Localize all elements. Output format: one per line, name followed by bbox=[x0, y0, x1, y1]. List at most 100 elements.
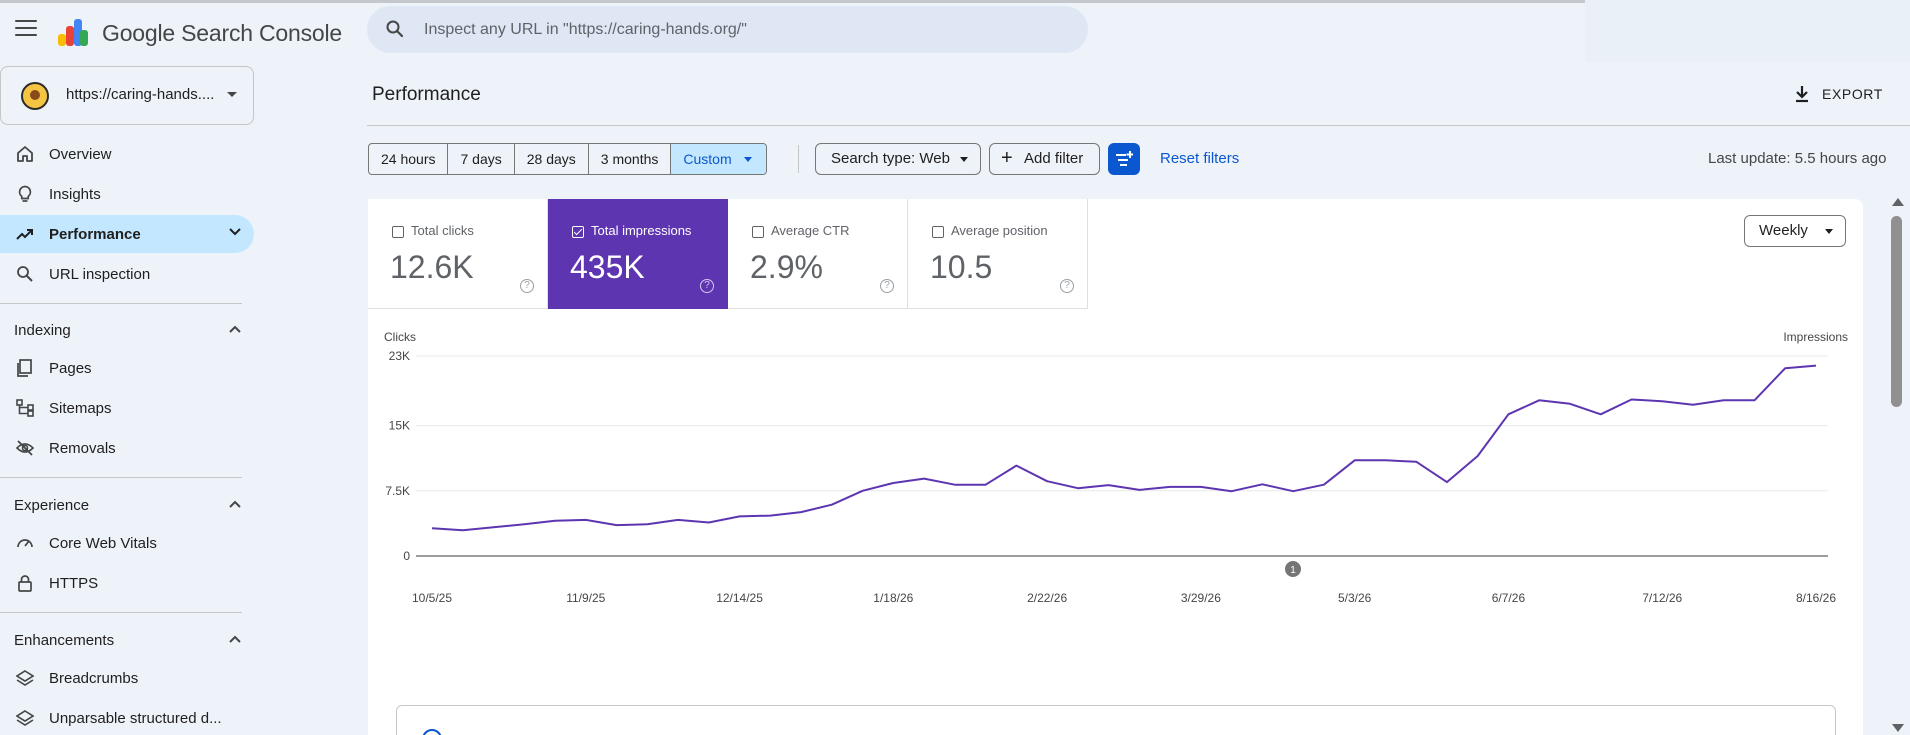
help-icon[interactable]: ? bbox=[880, 279, 894, 293]
checkbox-checked[interactable] bbox=[572, 226, 584, 238]
sidebar-item-label: Sitemaps bbox=[49, 400, 112, 417]
url-inspect-search[interactable]: Inspect any URL in "https://caring-hands… bbox=[367, 6, 1088, 53]
y-tick-label: 15K bbox=[389, 419, 410, 433]
checkbox[interactable] bbox=[392, 226, 404, 238]
layers-icon bbox=[16, 670, 34, 686]
property-selector[interactable]: https://caring-hands.... bbox=[0, 66, 254, 125]
section-title: Enhancements bbox=[14, 632, 115, 649]
export-button[interactable]: EXPORT bbox=[1790, 82, 1890, 110]
right-axis-title: Impressions bbox=[1783, 330, 1848, 344]
search-placeholder: Inspect any URL in "https://caring-hands… bbox=[424, 21, 747, 38]
sidebar-item-label: Performance bbox=[49, 226, 141, 243]
section-experience[interactable]: Experience bbox=[0, 490, 254, 520]
sidebar-item-https[interactable]: HTTPS bbox=[0, 564, 254, 602]
metric-value: 12.6K bbox=[390, 249, 474, 285]
chevron-down-icon bbox=[229, 228, 241, 236]
section-indexing[interactable]: Indexing bbox=[0, 315, 254, 345]
range-24-hours[interactable]: 24 hours bbox=[369, 144, 449, 174]
scroll-down-arrow[interactable] bbox=[1892, 724, 1904, 732]
sitemap-icon bbox=[16, 399, 34, 417]
sidebar-item-pages[interactable]: Pages bbox=[0, 349, 254, 387]
sidebar: https://caring-hands.... Overview Insigh… bbox=[0, 62, 260, 735]
sidebar-item-url-inspection[interactable]: URL inspection bbox=[0, 255, 254, 293]
interval-dropdown[interactable]: Weekly bbox=[1744, 215, 1846, 247]
sidebar-item-core-web-vitals[interactable]: Core Web Vitals bbox=[0, 524, 254, 562]
lightbulb-icon bbox=[18, 185, 32, 202]
x-tick-label: 5/3/26 bbox=[1338, 591, 1372, 605]
x-tick-label: 11/9/25 bbox=[566, 591, 605, 605]
metric-average-position[interactable]: Average position 10.5 ? bbox=[908, 199, 1088, 309]
sidebar-divider bbox=[0, 612, 242, 613]
x-tick-label: 2/22/26 bbox=[1027, 591, 1067, 605]
section-enhancements[interactable]: Enhancements bbox=[0, 625, 254, 655]
sidebar-item-label: Removals bbox=[49, 440, 116, 457]
search-icon bbox=[386, 20, 404, 38]
filter-separator bbox=[798, 145, 799, 173]
add-filter-button[interactable]: + Add filter bbox=[989, 143, 1100, 175]
menu-icon[interactable] bbox=[15, 20, 37, 38]
metric-total-clicks[interactable]: Total clicks 12.6K ? bbox=[368, 199, 548, 309]
help-icon[interactable]: ? bbox=[700, 279, 714, 293]
sidebar-divider bbox=[0, 303, 242, 304]
sidebar-item-label: Pages bbox=[49, 360, 92, 377]
gauge-icon bbox=[17, 539, 33, 548]
x-tick-label: 6/7/26 bbox=[1492, 591, 1526, 605]
range-7-days[interactable]: 7 days bbox=[448, 144, 515, 174]
scrollbar-thumb[interactable] bbox=[1891, 216, 1902, 407]
top-bar: Google Search Console Inspect any URL in… bbox=[0, 0, 1910, 62]
sidebar-divider bbox=[0, 477, 242, 478]
header-divider bbox=[367, 125, 1910, 126]
sidebar-item-overview[interactable]: Overview bbox=[0, 135, 254, 173]
range-28-days[interactable]: 28 days bbox=[515, 144, 589, 174]
checkbox[interactable] bbox=[932, 226, 944, 238]
sidebar-item-insights[interactable]: Insights bbox=[0, 175, 254, 213]
home-icon bbox=[17, 146, 33, 162]
metric-name: Average CTR bbox=[771, 223, 850, 238]
section-title: Experience bbox=[14, 497, 90, 514]
search-icon bbox=[17, 266, 33, 282]
left-axis-title: Clicks bbox=[384, 330, 416, 344]
search-type-dropdown[interactable]: Search type: Web bbox=[815, 143, 981, 175]
sidebar-item-unparsable[interactable]: Unparsable structured d... bbox=[0, 699, 254, 735]
section-title: Indexing bbox=[14, 322, 71, 339]
add-filter-label: Add filter bbox=[1024, 150, 1084, 167]
reset-filters-link[interactable]: Reset filters bbox=[1160, 150, 1239, 167]
y-tick-label: 0 bbox=[403, 549, 410, 563]
app-title: Google Search Console bbox=[102, 20, 343, 46]
chevron-up-icon bbox=[229, 635, 241, 643]
y-tick-label: 23K bbox=[389, 349, 410, 363]
sidebar-item-performance[interactable]: Performance bbox=[0, 215, 254, 253]
help-icon[interactable]: ? bbox=[1060, 279, 1074, 293]
performance-chart: Clicks Impressions 0 7.5K 15K 23K 10/5/25 11/9/… bbox=[384, 330, 1848, 605]
range-custom[interactable]: Custom bbox=[671, 144, 766, 174]
range-3-months[interactable]: 3 months bbox=[589, 144, 672, 174]
info-icon bbox=[422, 729, 442, 735]
plus-icon: + bbox=[1001, 147, 1013, 169]
eye-off-icon bbox=[16, 440, 34, 456]
date-range-group: 24 hours 7 days 28 days 3 months Custom bbox=[368, 143, 767, 175]
trending-up-icon bbox=[16, 229, 33, 240]
checkbox[interactable] bbox=[752, 226, 764, 238]
sidebar-item-removals[interactable]: Removals bbox=[0, 429, 254, 467]
performance-card: Total clicks 12.6K ? Total impressions 4… bbox=[368, 199, 1863, 735]
chevron-up-icon bbox=[229, 500, 241, 508]
scroll-up-arrow[interactable] bbox=[1892, 198, 1904, 206]
filter-settings-button[interactable] bbox=[1108, 143, 1140, 175]
metric-average-ctr[interactable]: Average CTR 2.9% ? bbox=[728, 199, 908, 309]
scrollbar[interactable] bbox=[1888, 196, 1906, 735]
loading-line bbox=[0, 0, 1585, 3]
sidebar-item-breadcrumbs[interactable]: Breadcrumbs bbox=[0, 659, 254, 697]
sidebar-item-label: Insights bbox=[49, 186, 101, 203]
metric-value: 435K bbox=[570, 249, 645, 285]
sidebar-item-sitemaps[interactable]: Sitemaps bbox=[0, 389, 254, 427]
lock-icon bbox=[18, 575, 32, 592]
x-tick-label: 7/12/26 bbox=[1642, 591, 1682, 605]
pages-icon bbox=[17, 359, 32, 377]
help-icon[interactable]: ? bbox=[520, 279, 534, 293]
annotation-marker-label: 1 bbox=[1290, 565, 1296, 576]
filter-list-icon bbox=[1116, 151, 1133, 166]
caret-down-icon bbox=[227, 92, 237, 97]
metric-name: Average position bbox=[951, 223, 1048, 238]
sidebar-item-label: Overview bbox=[49, 146, 112, 163]
metric-total-impressions[interactable]: Total impressions 435K ? bbox=[548, 199, 728, 309]
